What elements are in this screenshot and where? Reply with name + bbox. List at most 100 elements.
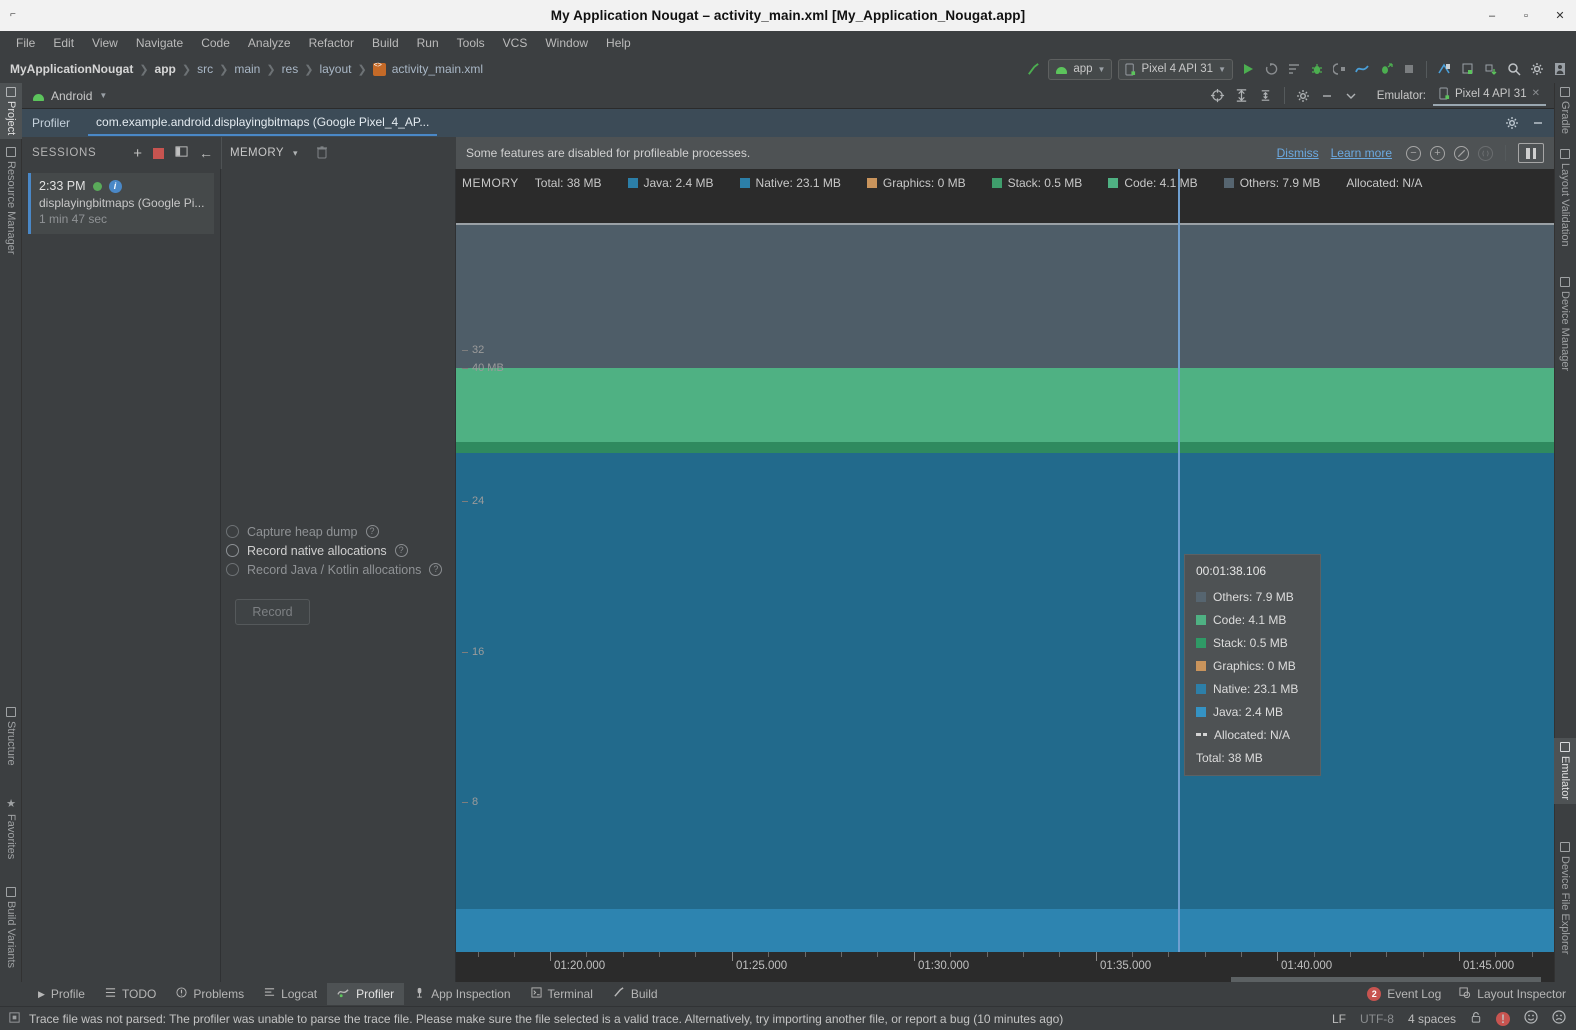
- run-configuration-selector[interactable]: app ▼: [1048, 58, 1113, 80]
- window-controls[interactable]: ‒ ▫ ✕: [1486, 0, 1566, 31]
- menu-analyze[interactable]: Analyze: [240, 33, 299, 53]
- tab-app-inspection[interactable]: App Inspection: [404, 983, 520, 1005]
- sidebar-item-emulator[interactable]: Emulator: [1554, 738, 1576, 805]
- lock-icon[interactable]: [1470, 1011, 1482, 1027]
- sidebar-item-structure[interactable]: Structure: [0, 703, 22, 770]
- tab-problems[interactable]: Problems: [166, 983, 254, 1005]
- expand-all-icon[interactable]: [1233, 87, 1250, 104]
- menu-navigate[interactable]: Navigate: [128, 33, 191, 53]
- timeline-cursor[interactable]: [1178, 169, 1180, 952]
- split-view-icon[interactable]: [175, 145, 188, 161]
- option-record-java-kotlin-allocations[interactable]: Record Java / Kotlin allocations ?: [226, 560, 454, 579]
- tab-emulator-pixel4[interactable]: Pixel 4 API 31 ✕: [1433, 85, 1546, 106]
- encoding-indicator[interactable]: UTF-8: [1360, 1012, 1394, 1026]
- tab-logcat[interactable]: Logcat: [254, 983, 327, 1005]
- layout-inspector-icon[interactable]: [1459, 61, 1476, 78]
- sidebar-item-build-variants[interactable]: Build Variants: [0, 883, 22, 972]
- tab-profile[interactable]: ▶ Profile: [28, 983, 95, 1005]
- option-record-native-allocations[interactable]: Record native allocations ?: [226, 541, 454, 560]
- menu-help[interactable]: Help: [598, 33, 639, 53]
- reset-zoom-button[interactable]: [1454, 145, 1469, 161]
- menu-tools[interactable]: Tools: [449, 33, 493, 53]
- minimize-icon[interactable]: [1319, 87, 1336, 104]
- run-coverage-icon[interactable]: [1262, 61, 1279, 78]
- search-icon[interactable]: [1505, 61, 1522, 78]
- breadcrumb-main[interactable]: main: [234, 62, 260, 76]
- list-item[interactable]: 2:33 PM i displayingbitmaps (Google Pi..…: [28, 173, 214, 234]
- settings-gear-icon[interactable]: [1528, 61, 1545, 78]
- menu-refactor[interactable]: Refactor: [301, 33, 362, 53]
- tab-build[interactable]: Build: [603, 983, 668, 1005]
- stop-recording-icon[interactable]: [153, 147, 164, 159]
- profile-lines-icon[interactable]: [1285, 61, 1302, 78]
- breadcrumb-res[interactable]: res: [282, 62, 299, 76]
- tab-terminal[interactable]: Terminal: [521, 983, 603, 1005]
- avd-manager-icon[interactable]: [1436, 61, 1453, 78]
- maximize-button[interactable]: ▫: [1520, 10, 1532, 22]
- minimize-button[interactable]: ‒: [1486, 10, 1498, 22]
- tab-todo[interactable]: TODO: [95, 983, 166, 1005]
- sidebar-item-device-file-explorer[interactable]: Device File Explorer: [1554, 838, 1576, 958]
- trash-icon[interactable]: [316, 145, 328, 162]
- memory-timeline-chart[interactable]: 40 MB 32 24 16 8 MEMORY Total: 38 MB Jav…: [456, 169, 1554, 982]
- breadcrumb-project[interactable]: MyApplicationNougat: [10, 62, 133, 76]
- help-icon[interactable]: ?: [429, 563, 443, 576]
- sidebar-item-resource-manager[interactable]: Resource Manager: [0, 143, 22, 259]
- collapse-all-icon[interactable]: [1257, 87, 1274, 104]
- line-separator-indicator[interactable]: LF: [1332, 1012, 1346, 1026]
- memory-stage-selector[interactable]: MEMORY ▾: [221, 137, 456, 169]
- smiley-icon[interactable]: [1524, 1010, 1538, 1027]
- record-button[interactable]: Record: [235, 599, 310, 625]
- sidebar-item-layout-validation[interactable]: Layout Validation: [1554, 145, 1576, 251]
- indent-indicator[interactable]: 4 spaces: [1408, 1012, 1456, 1026]
- tab-profiler[interactable]: Profiler: [327, 983, 405, 1005]
- back-button[interactable]: ←: [199, 146, 213, 160]
- build-hammer-icon[interactable]: [1025, 61, 1042, 78]
- attach-to-live-button[interactable]: [1478, 145, 1493, 161]
- info-icon[interactable]: i: [108, 179, 122, 193]
- learn-more-link[interactable]: Learn more: [1331, 146, 1392, 160]
- close-icon[interactable]: ✕: [1532, 88, 1540, 99]
- device-selector[interactable]: Pixel 4 API 31 ▼: [1118, 58, 1233, 80]
- chevron-down-icon[interactable]: ▼: [99, 91, 107, 100]
- run-icon[interactable]: [1239, 61, 1256, 78]
- dismiss-link[interactable]: Dismiss: [1277, 146, 1319, 160]
- menu-file[interactable]: File: [8, 33, 43, 53]
- radio-icon[interactable]: [226, 563, 239, 576]
- event-log-button[interactable]: 2 Event Log: [1367, 987, 1441, 1001]
- option-capture-heap-dump[interactable]: Capture heap dump ?: [226, 522, 454, 541]
- menu-window[interactable]: Window: [537, 33, 596, 53]
- breadcrumb-src[interactable]: src: [197, 62, 213, 76]
- help-icon[interactable]: ?: [394, 544, 408, 557]
- close-button[interactable]: ✕: [1554, 9, 1566, 22]
- layout-inspector-button[interactable]: Layout Inspector: [1459, 986, 1566, 1002]
- menu-view[interactable]: View: [84, 33, 126, 53]
- add-session-button[interactable]: +: [133, 146, 142, 161]
- gear-icon[interactable]: [1503, 115, 1520, 132]
- run-with-profiler-icon[interactable]: [1377, 61, 1394, 78]
- pause-button[interactable]: [1518, 143, 1544, 163]
- error-icon[interactable]: !: [1496, 1011, 1510, 1026]
- attach-debugger-icon[interactable]: [1331, 61, 1348, 78]
- help-icon[interactable]: ?: [365, 525, 379, 538]
- sidebar-item-device-manager[interactable]: Device Manager: [1554, 273, 1576, 375]
- menu-build[interactable]: Build: [364, 33, 407, 53]
- frowny-icon[interactable]: [1552, 1010, 1566, 1027]
- menu-edit[interactable]: Edit: [45, 33, 82, 53]
- minimize-icon[interactable]: [1529, 115, 1546, 132]
- notification-icon[interactable]: [8, 1011, 21, 1027]
- stop-icon[interactable]: [1400, 61, 1417, 78]
- menu-code[interactable]: Code: [193, 33, 238, 53]
- debug-icon[interactable]: [1308, 61, 1325, 78]
- menu-run[interactable]: Run: [409, 33, 447, 53]
- zoom-in-button[interactable]: +: [1430, 145, 1445, 161]
- user-avatar-icon[interactable]: [1551, 61, 1568, 78]
- target-crosshair-icon[interactable]: [1209, 87, 1226, 104]
- sidebar-item-project[interactable]: Project: [0, 83, 22, 140]
- radio-icon[interactable]: [226, 544, 239, 557]
- breadcrumb-file[interactable]: activity_main.xml: [392, 62, 483, 76]
- breadcrumb-layout[interactable]: layout: [319, 62, 351, 76]
- sidebar-item-gradle[interactable]: Gradle: [1554, 83, 1576, 138]
- gear-icon[interactable]: [1295, 87, 1312, 104]
- profiler-process-tab[interactable]: com.example.android.displayingbitmaps (G…: [88, 111, 438, 136]
